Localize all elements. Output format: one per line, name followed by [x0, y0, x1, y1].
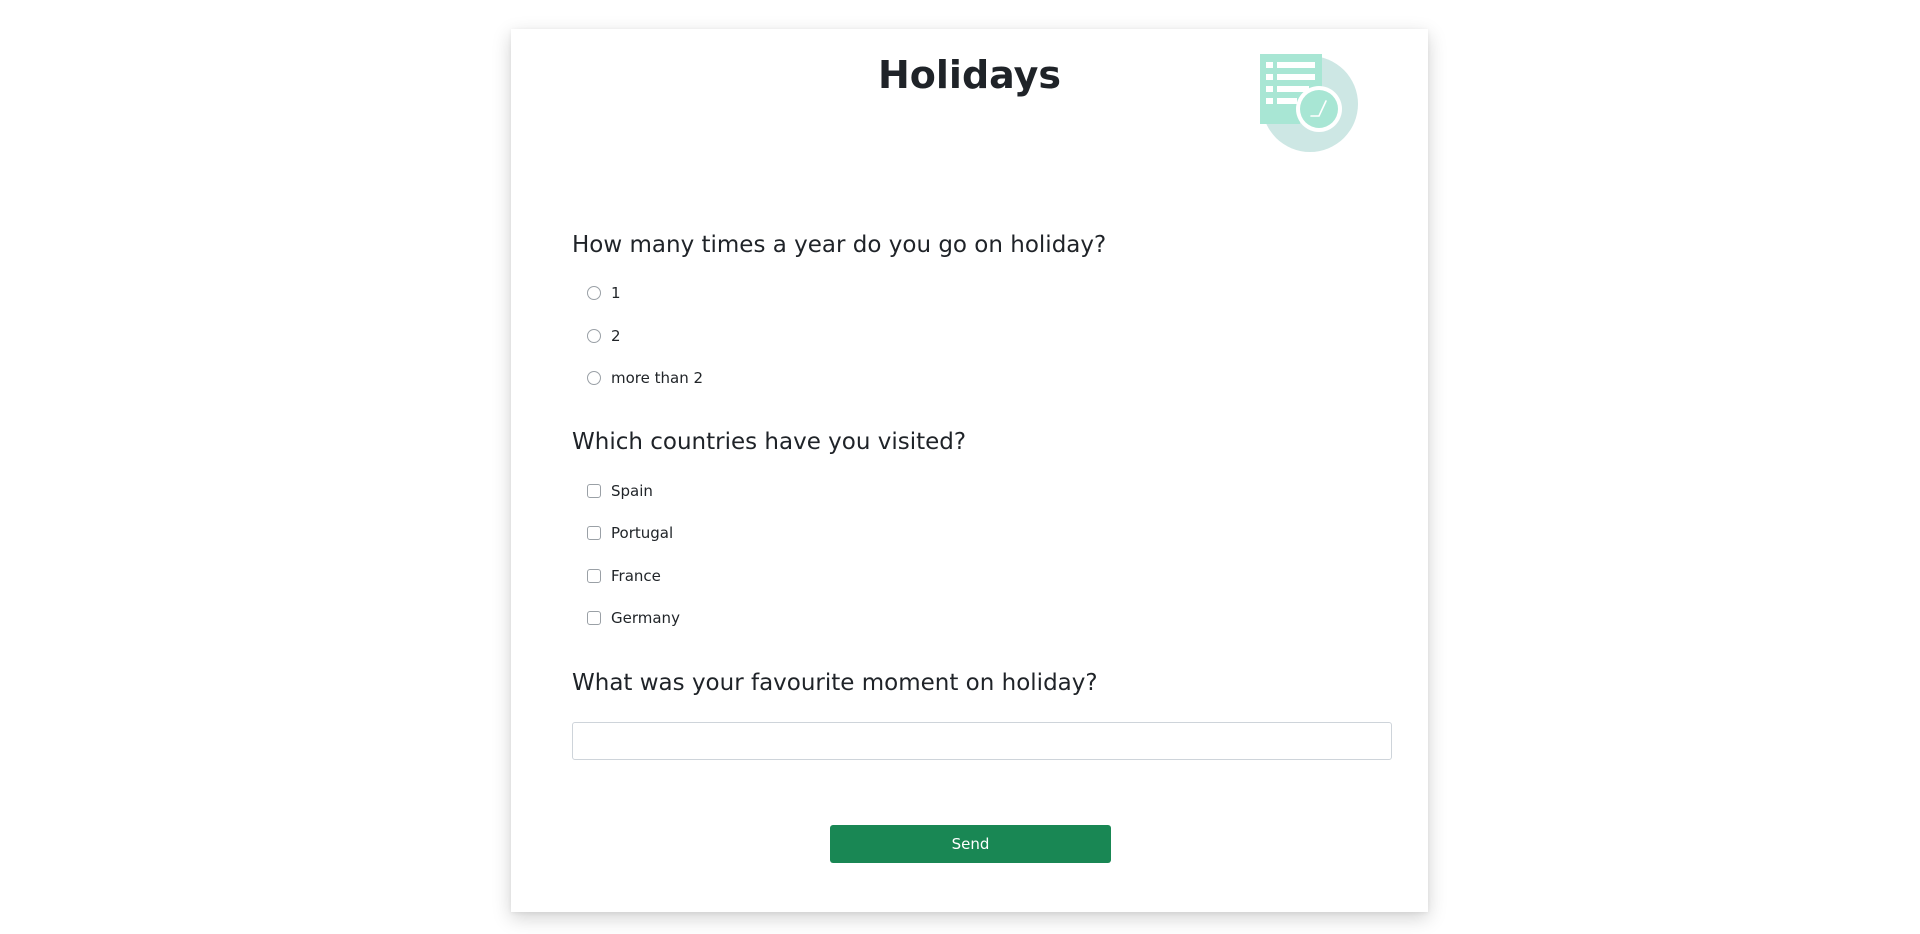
radio-button[interactable] — [587, 286, 601, 300]
checkbox-option-portugal[interactable]: Portugal — [587, 523, 673, 543]
checkbox[interactable] — [587, 611, 601, 625]
question-countries-visited: Which countries have you visited? — [572, 429, 967, 455]
question-favourite-moment: What was your favourite moment on holida… — [572, 670, 1098, 696]
checkbox[interactable] — [587, 569, 601, 583]
checkbox-label: Germany — [611, 609, 680, 627]
radio-label: 1 — [611, 284, 621, 302]
checkbox-label: Spain — [611, 482, 653, 500]
survey-card: Holidays How many times a year do you go… — [511, 29, 1428, 912]
checkbox[interactable] — [587, 484, 601, 498]
radio-option-1[interactable]: 1 — [587, 283, 621, 303]
favourite-moment-input[interactable] — [572, 722, 1392, 760]
survey-checklist-clock-icon — [1260, 54, 1358, 152]
send-button[interactable]: Send — [830, 825, 1111, 863]
radio-button[interactable] — [587, 371, 601, 385]
radio-label: 2 — [611, 327, 621, 345]
checkbox-label: Portugal — [611, 524, 674, 542]
checkbox-option-germany[interactable]: Germany — [587, 608, 680, 628]
radio-option-2[interactable]: 2 — [587, 326, 621, 346]
question-holiday-frequency: How many times a year do you go on holid… — [572, 232, 1107, 258]
radio-label: more than 2 — [611, 369, 704, 387]
checkbox-option-france[interactable]: France — [587, 566, 661, 586]
checkbox[interactable] — [587, 526, 601, 540]
checkbox-label: France — [611, 567, 661, 585]
radio-button[interactable] — [587, 329, 601, 343]
radio-option-more-than-2[interactable]: more than 2 — [587, 368, 703, 388]
checkbox-option-spain[interactable]: Spain — [587, 481, 653, 501]
